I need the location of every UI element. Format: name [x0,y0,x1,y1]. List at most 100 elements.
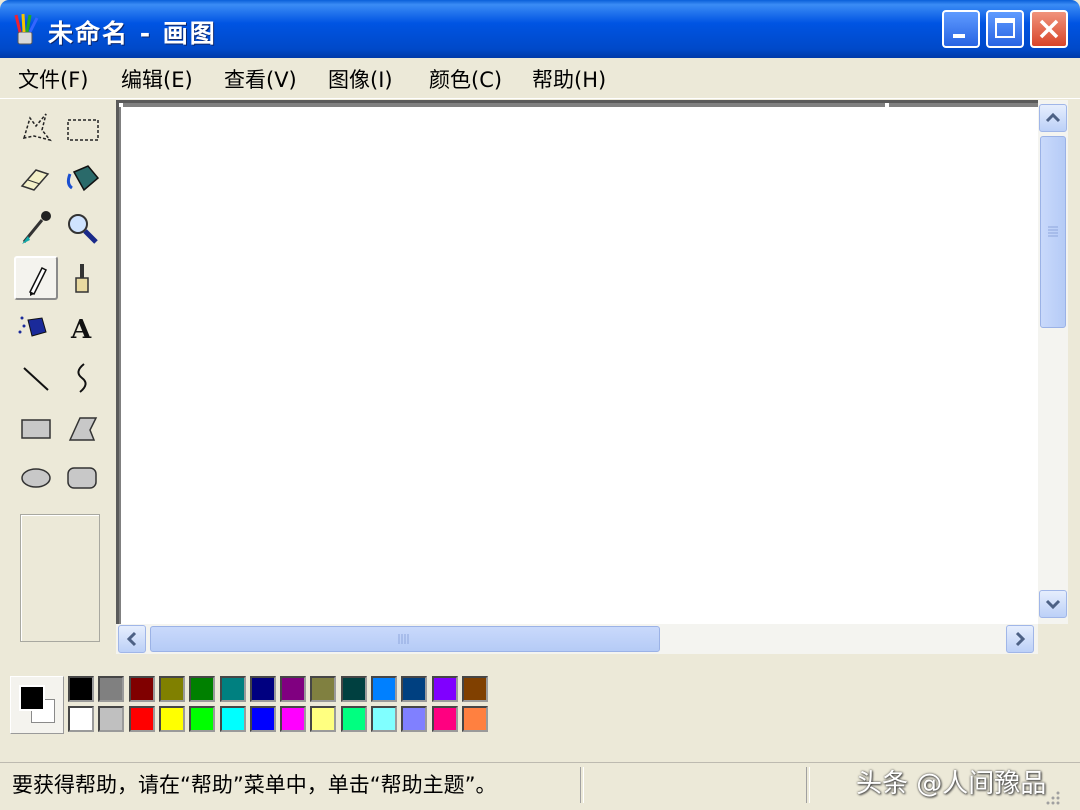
tool-line[interactable] [14,356,58,400]
current-colors[interactable] [10,676,64,734]
close-icon [1039,19,1059,39]
magnifier-icon [68,214,98,244]
chevron-left-icon [126,631,137,647]
color-swatch[interactable] [431,676,458,702]
color-swatch[interactable] [249,676,276,702]
menu-image[interactable]: 图像(I) [328,64,393,94]
scroll-down-button[interactable] [1039,590,1067,618]
window-title: 未命名 - 画图 [48,19,217,48]
scroll-up-button[interactable] [1039,104,1067,132]
minimize-button[interactable] [942,10,980,48]
tool-magnifier[interactable] [60,206,104,250]
color-swatch[interactable] [371,706,397,732]
maximize-button[interactable] [986,10,1024,48]
color-swatch[interactable] [128,676,155,702]
color-swatch[interactable] [68,676,94,702]
color-picker-icon [22,211,51,244]
color-swatch[interactable] [249,706,276,732]
pencil-icon [28,266,48,296]
status-message: 要获得帮助，请在“帮助”菜单中，单击“帮助主题”。 [12,773,497,797]
line-icon [23,367,49,391]
menu-view[interactable]: 查看(V) [224,64,297,94]
color-swatch[interactable] [158,706,185,732]
color-swatch[interactable] [189,676,216,702]
resize-handle-corner [119,103,123,107]
menu-file[interactable]: 文件(F) [18,64,88,94]
status-separator [580,767,584,803]
color-swatch[interactable] [310,676,337,702]
color-swatch[interactable] [401,706,428,732]
tool-ellipse[interactable] [14,456,58,500]
vertical-scrollbar[interactable] [1038,100,1068,624]
color-swatch[interactable] [371,676,397,702]
menu-edit[interactable]: 编辑(E) [121,64,193,94]
color-swatch[interactable] [431,706,458,732]
vertical-scroll-thumb[interactable] [1040,136,1066,328]
color-swatch[interactable] [219,706,246,732]
tool-color-picker[interactable] [14,206,58,250]
color-swatch[interactable] [310,706,337,732]
tool-curve[interactable] [60,356,104,400]
rect-select-icon [67,119,99,141]
curve-icon [77,363,87,393]
tool-text[interactable]: A [60,306,104,350]
rectangle-icon [21,419,51,439]
status-bar: 要获得帮助，请在“帮助”菜单中，单击“帮助主题”。 头条 @人间豫品 [0,762,1080,810]
color-swatch[interactable] [189,706,216,732]
tool-options-box[interactable] [20,514,100,642]
airbrush-icon [18,316,47,337]
color-swatch[interactable] [401,676,428,702]
chevron-down-icon [1045,599,1061,610]
scrollbar-corner [1038,624,1068,654]
title-bar[interactable]: 未命名 - 画图 [0,0,1080,58]
ellipse-icon [21,468,51,488]
drawing-canvas[interactable] [121,107,1039,627]
tool-airbrush[interactable] [14,306,58,350]
tool-fill[interactable] [60,156,104,200]
rounded-rectangle-icon [67,467,97,489]
horizontal-scrollbar[interactable] [116,624,1038,654]
close-button[interactable] [1030,10,1068,48]
color-swatch[interactable] [280,706,307,732]
tool-polygon[interactable] [60,406,104,450]
tool-pencil[interactable] [14,256,58,300]
fill-bucket-icon [66,165,100,192]
scroll-right-button[interactable] [1006,625,1034,653]
color-swatch[interactable] [68,706,94,732]
workspace [116,100,1039,627]
foreground-color [19,685,45,711]
color-swatch[interactable] [461,706,488,732]
eraser-icon [20,169,50,191]
menu-help[interactable]: 帮助(H) [532,64,606,94]
status-separator [806,767,810,803]
resize-handle-top[interactable] [885,103,889,107]
scroll-left-button[interactable] [118,625,146,653]
tool-eraser[interactable] [14,156,58,200]
text-icon: A [70,315,92,345]
color-swatch[interactable] [280,676,307,702]
color-swatch[interactable] [340,706,367,732]
tool-rectangle[interactable] [14,406,58,450]
toolbox: A [6,100,112,650]
minimize-icon [953,34,965,38]
resize-grip-icon[interactable] [1040,789,1062,807]
svg-text:A: A [70,315,92,345]
color-swatch[interactable] [461,676,488,702]
color-swatch[interactable] [128,706,155,732]
watermark: 头条 @人间豫品 [856,769,1047,799]
menu-colors[interactable]: 颜色(C) [429,64,502,94]
tool-brush[interactable] [60,256,104,300]
chevron-up-icon [1045,112,1061,123]
color-swatch[interactable] [158,676,185,702]
tool-rect-select[interactable] [60,106,104,150]
color-swatch[interactable] [98,676,125,702]
brush-icon [75,264,89,293]
polygon-icon [68,417,98,441]
tool-free-form-select[interactable] [14,106,58,150]
tool-rounded-rectangle[interactable] [60,456,104,500]
horizontal-scroll-thumb[interactable] [150,626,660,652]
color-swatch[interactable] [98,706,125,732]
color-swatch[interactable] [340,676,367,702]
menu-bar: 文件(F) 编辑(E) 查看(V) 图像(I) 颜色(C) 帮助(H) [0,58,1080,99]
color-swatch[interactable] [219,676,246,702]
